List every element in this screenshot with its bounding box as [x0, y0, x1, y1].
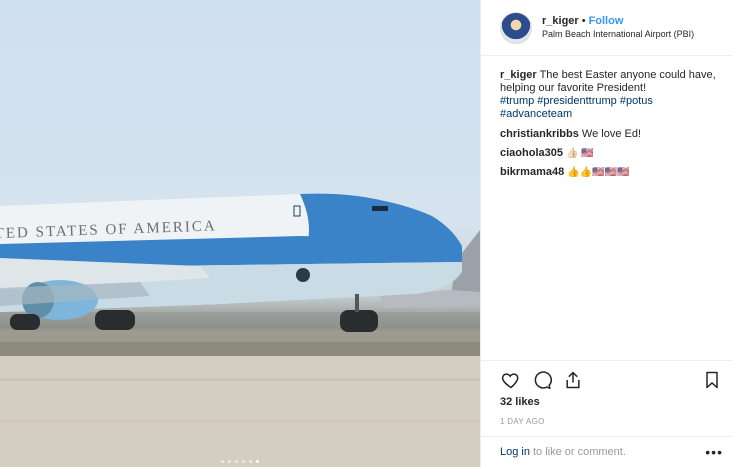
post-caption: r_kiger The best Easter anyone could hav…: [500, 69, 722, 121]
caption-hashtags[interactable]: #trump #presidenttrump #potus #advancete…: [500, 95, 653, 120]
comment-text: We love Ed!: [581, 128, 642, 140]
share-icon[interactable]: [562, 369, 584, 391]
more-options-icon[interactable]: •••: [705, 444, 723, 460]
login-prompt: Log in to like or comment. •••: [481, 436, 732, 467]
header-text: r_kiger • Follow Palm Beach International …: [542, 15, 694, 41]
caption-username[interactable]: r_kiger: [500, 69, 537, 81]
carousel-dot[interactable]: [242, 460, 245, 463]
comment-username[interactable]: ciaohola305: [500, 147, 563, 159]
heart-icon[interactable]: [500, 369, 522, 391]
carousel-dot[interactable]: [228, 460, 231, 463]
post-header: r_kiger • Follow Palm Beach International …: [481, 0, 732, 56]
login-link[interactable]: Log in: [500, 446, 530, 458]
comment-text: 👍👍🇺🇸🇺🇸🇺🇸: [567, 167, 630, 178]
comment-icon[interactable]: [531, 369, 553, 391]
likes-count[interactable]: 32 likes: [500, 396, 723, 408]
separator-dot: •: [581, 14, 586, 27]
location-link[interactable]: Palm Beach International Airport (PBI): [542, 28, 694, 41]
comment-username[interactable]: bikrmama48: [500, 166, 564, 178]
username-link[interactable]: r_kiger: [542, 15, 579, 27]
follow-button[interactable]: Follow: [589, 15, 624, 27]
post-timestamp[interactable]: 1 DAY AGO: [500, 417, 723, 426]
carousel-dot[interactable]: [249, 460, 252, 463]
comments-list: r_kiger The best Easter anyone could hav…: [481, 56, 732, 179]
bookmark-icon[interactable]: [701, 369, 723, 391]
carousel-indicator: [0, 460, 480, 463]
comment-item: christiankribbs We love Ed!: [500, 128, 722, 141]
post-photo[interactable]: UNITED STATES OF AMERICA: [0, 0, 480, 467]
carousel-dot[interactable]: [221, 460, 224, 463]
carousel-dot[interactable]: [235, 460, 238, 463]
comment-username[interactable]: christiankribbs: [500, 128, 579, 140]
post-side-panel: r_kiger • Follow Palm Beach International …: [480, 0, 732, 467]
action-icons: [500, 369, 723, 391]
comment-item: bikrmama48 👍👍🇺🇸🇺🇸🇺🇸: [500, 166, 722, 179]
post-actions: 32 likes 1 DAY AGO: [481, 360, 732, 432]
profile-avatar[interactable]: [500, 11, 532, 44]
carousel-dot-active[interactable]: [256, 460, 259, 463]
comment-text: 👍🏻 🇺🇸: [566, 148, 594, 159]
login-prompt-text: to like or comment.: [532, 446, 626, 458]
comment-item: ciaohola305 👍🏻 🇺🇸: [500, 147, 722, 160]
